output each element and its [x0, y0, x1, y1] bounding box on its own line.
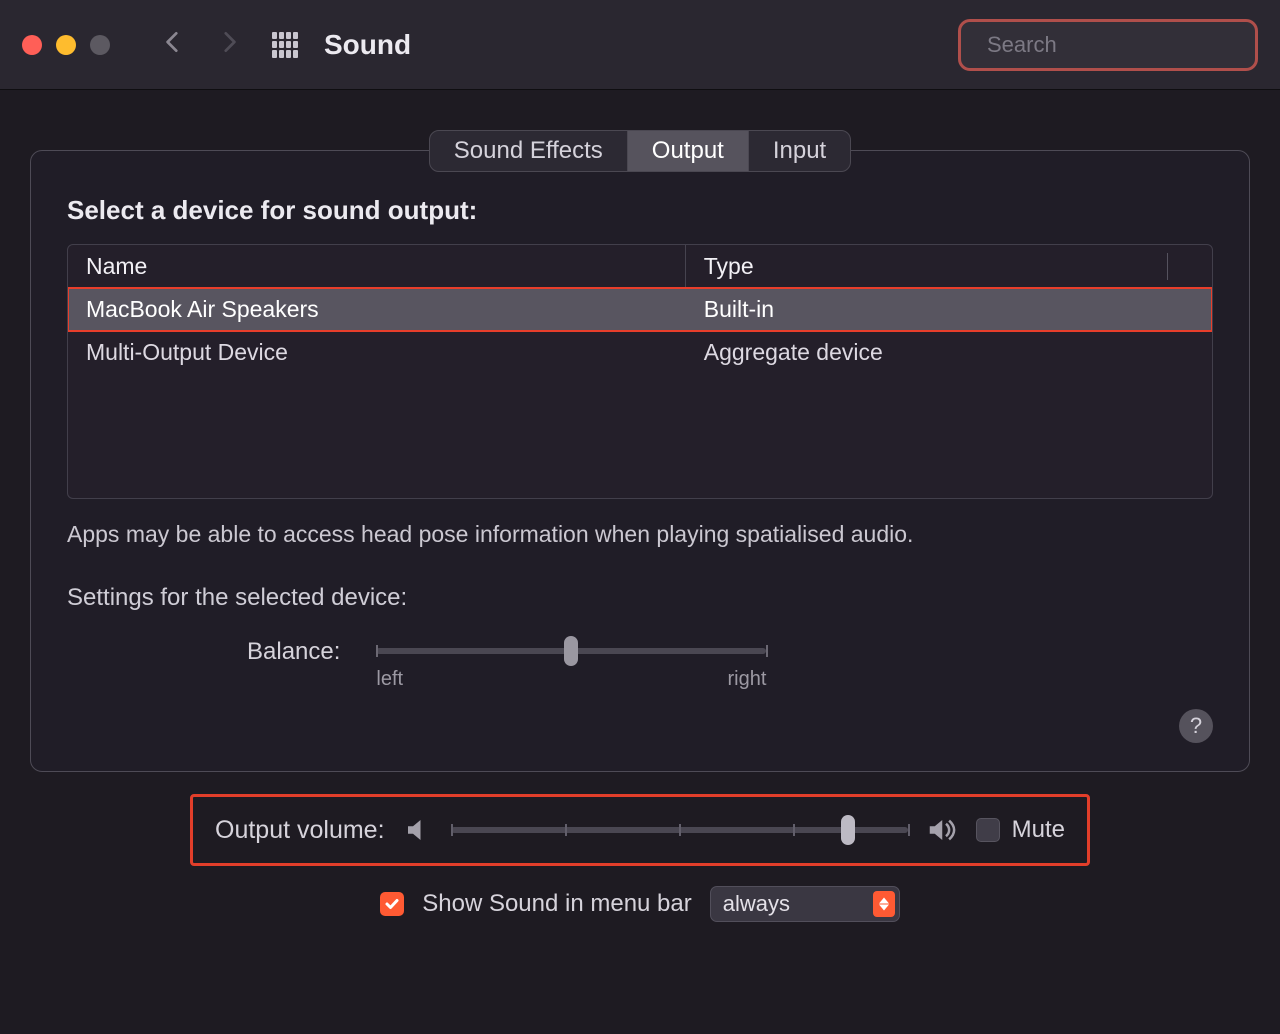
mute-checkbox[interactable]: [976, 818, 1000, 842]
volume-low-icon: [403, 815, 433, 845]
search-field[interactable]: [958, 19, 1258, 71]
device-settings-heading: Settings for the selected device:: [67, 584, 1213, 612]
column-header-type[interactable]: Type: [704, 253, 754, 279]
output-volume-label: Output volume:: [215, 816, 385, 845]
output-panel: Select a device for sound output: Name T…: [30, 150, 1250, 772]
tab-output[interactable]: Output: [628, 131, 749, 171]
balance-left-label: left: [376, 668, 403, 691]
output-volume-thumb[interactable]: [841, 815, 855, 845]
spatial-audio-note: Apps may be able to access head pose inf…: [67, 521, 1213, 548]
balance-control: Balance: left right: [67, 636, 1213, 691]
page-title: Sound: [324, 29, 411, 61]
output-volume-row: Output volume: Mute: [190, 794, 1090, 866]
menubar-visibility-select[interactable]: always: [710, 886, 900, 922]
tab-group: Sound Effects Output Input: [429, 130, 851, 172]
forward-button: [216, 29, 242, 60]
mute-control: Mute: [976, 816, 1065, 844]
device-table-body: MacBook Air Speakers Built-in Multi-Outp…: [68, 288, 1212, 498]
back-button[interactable]: [160, 29, 186, 60]
close-window-button[interactable]: [22, 35, 42, 55]
balance-right-label: right: [728, 668, 767, 691]
column-header-name[interactable]: Name: [68, 245, 686, 288]
titlebar: Sound: [0, 0, 1280, 90]
device-type: Aggregate device: [686, 331, 1212, 374]
window-controls: [22, 35, 110, 55]
device-name: Multi-Output Device: [68, 331, 686, 374]
device-type: Built-in: [686, 288, 1212, 331]
device-table: Name Type MacBook Air Speakers Built-in …: [67, 244, 1213, 499]
tab-sound-effects[interactable]: Sound Effects: [430, 131, 628, 171]
tab-input[interactable]: Input: [749, 131, 850, 171]
volume-high-icon: [926, 815, 956, 845]
help-button[interactable]: ?: [1179, 709, 1213, 743]
show-all-preferences-button[interactable]: [272, 32, 298, 58]
select-device-heading: Select a device for sound output:: [67, 195, 1213, 226]
device-row[interactable]: MacBook Air Speakers Built-in: [68, 288, 1212, 331]
select-value: always: [723, 891, 790, 917]
menubar-row: Show Sound in menu bar always: [30, 886, 1250, 922]
device-name: MacBook Air Speakers: [68, 288, 686, 331]
tab-bar: Sound Effects Output Input: [30, 130, 1250, 172]
mute-label: Mute: [1012, 816, 1065, 844]
show-sound-menubar-checkbox[interactable]: [380, 892, 404, 916]
output-volume-slider[interactable]: [451, 827, 908, 833]
nav-arrows: [160, 29, 242, 60]
show-sound-menubar-label: Show Sound in menu bar: [422, 890, 692, 918]
device-table-header: Name Type: [68, 245, 1212, 288]
select-stepper-icon: [873, 891, 895, 917]
balance-label: Balance:: [247, 636, 340, 666]
balance-slider-thumb[interactable]: [564, 636, 578, 666]
search-input[interactable]: [987, 32, 1275, 58]
balance-slider[interactable]: [376, 648, 766, 654]
content-area: Sound Effects Output Input Select a devi…: [0, 90, 1280, 922]
minimize-window-button[interactable]: [56, 35, 76, 55]
device-row[interactable]: Multi-Output Device Aggregate device: [68, 331, 1212, 374]
zoom-window-button: [90, 35, 110, 55]
